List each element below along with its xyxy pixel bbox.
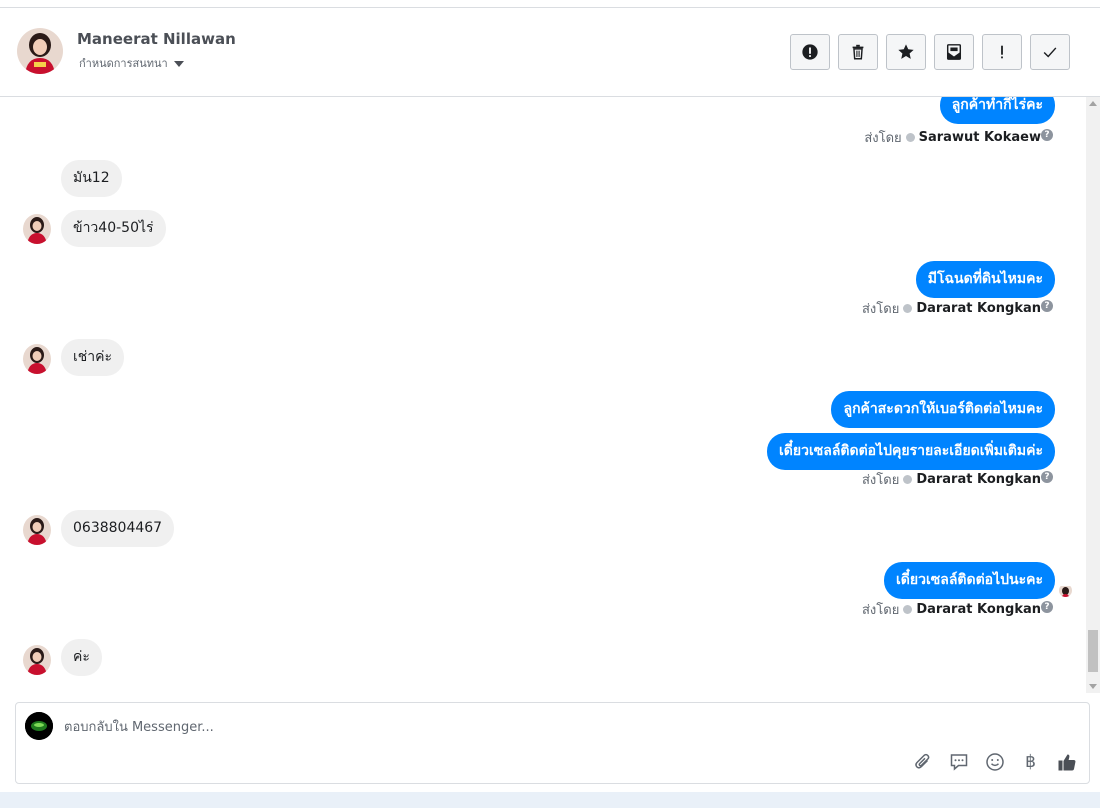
help-icon[interactable]: ? <box>1041 471 1053 483</box>
delete-button[interactable] <box>838 34 878 70</box>
like-button[interactable] <box>1056 751 1077 772</box>
verified-icon <box>903 475 913 484</box>
scroll-up-arrow-icon[interactable] <box>1089 101 1097 106</box>
baht-icon: ฿ <box>1025 751 1036 772</box>
avatar <box>23 645 51 675</box>
verified-icon <box>903 605 913 614</box>
mark-unread-button[interactable] <box>934 34 974 70</box>
incoming-message[interactable]: เช่าค่ะ <box>61 339 125 376</box>
alert-circle-icon <box>802 44 818 60</box>
seen-avatar <box>1059 584 1072 597</box>
sender-name: Sarawut Kokaew <box>918 130 1041 145</box>
verified-icon <box>903 304 913 313</box>
incoming-message[interactable]: 0638804467 <box>61 510 175 547</box>
contact-name[interactable]: Maneerat Nillawan <box>77 30 236 48</box>
verified-icon <box>905 133 915 142</box>
outgoing-message[interactable]: เดี๋ยวเซลล์ติดต่อไปนะคะ <box>884 562 1055 599</box>
conversation-settings-dropdown[interactable]: กำหนดการสนทนา <box>79 54 184 72</box>
scroll-down-arrow-icon[interactable] <box>1089 684 1097 689</box>
sent-by-label: ส่งโดย Dararat Kongkan <box>862 298 1041 319</box>
thread-scrollbar[interactable] <box>1086 97 1100 693</box>
sent-by-prefix: ส่งโดย <box>861 302 900 317</box>
avatar <box>23 515 51 545</box>
incoming-message[interactable]: ข้าว40-50ไร่ <box>61 210 166 247</box>
sender-name: Dararat Kongkan <box>916 602 1041 617</box>
reply-composer: ฿ <box>15 702 1090 784</box>
top-bar <box>0 0 1100 8</box>
checkmark-icon <box>1043 47 1057 58</box>
mark-spam-button[interactable] <box>790 34 830 70</box>
saved-replies-button[interactable] <box>948 751 969 772</box>
thumbs-up-icon <box>1058 753 1075 770</box>
paperclip-icon <box>914 753 929 769</box>
conversation-header: Maneerat Nillawan กำหนดการสนทนา <box>0 8 1100 97</box>
mark-done-button[interactable] <box>1030 34 1070 70</box>
star-icon <box>898 44 914 59</box>
sender-name: Dararat Kongkan <box>916 472 1041 487</box>
conversation-settings-label: กำหนดการสนทนา <box>79 57 168 70</box>
outgoing-message[interactable]: มีโฉนดที่ดินไหมคะ <box>915 261 1055 298</box>
composer-tools: ฿ <box>912 751 1077 772</box>
mark-unread-icon <box>946 44 962 60</box>
help-icon[interactable]: ? <box>1041 300 1053 312</box>
caret-down-icon <box>173 61 184 67</box>
payment-button[interactable]: ฿ <box>1020 751 1041 772</box>
important-button[interactable] <box>982 34 1022 70</box>
conversation-panel: Maneerat Nillawan กำหนดการสนทนา ลูกค้าทำ… <box>0 8 1100 792</box>
header-actions <box>790 34 1070 70</box>
sent-by-label: ส่งโดย Sarawut Kokaew <box>864 127 1041 148</box>
avatar <box>23 344 51 374</box>
emoji-button[interactable] <box>984 751 1005 772</box>
outgoing-message[interactable]: เดี๋ยวเซลล์ติดต่อไปคุยรายละเอียดเพิ่มเติ… <box>767 433 1055 470</box>
sent-by-prefix: ส่งโดย <box>864 131 902 146</box>
avatar[interactable] <box>17 28 63 74</box>
star-button[interactable] <box>886 34 926 70</box>
emoji-icon <box>985 752 1004 771</box>
saved-replies-icon <box>950 753 967 771</box>
help-icon[interactable]: ? <box>1041 129 1053 141</box>
exclamation-icon <box>1001 45 1003 59</box>
incoming-message[interactable]: มัน12 <box>61 160 122 197</box>
trash-icon <box>852 44 864 60</box>
page-avatar <box>25 712 53 740</box>
incoming-message[interactable]: ค่ะ <box>61 639 102 676</box>
avatar <box>23 214 51 244</box>
scroll-thumb[interactable] <box>1088 630 1098 672</box>
sent-by-prefix: ส่งโดย <box>861 603 900 618</box>
help-icon[interactable]: ? <box>1041 601 1053 613</box>
outgoing-message[interactable]: ลูกค้าสะดวกให้เบอร์ติดต่อไหมคะ <box>831 391 1055 428</box>
sent-by-prefix: ส่งโดย <box>861 473 900 488</box>
reply-input[interactable] <box>64 717 764 737</box>
outgoing-message[interactable]: ลูกค้าทำกี่ไร่คะ <box>939 97 1055 124</box>
sender-name: Dararat Kongkan <box>916 301 1041 316</box>
sent-by-label: ส่งโดย Dararat Kongkan <box>862 599 1041 620</box>
message-thread[interactable]: ลูกค้าทำกี่ไร่คะ ส่งโดย Sarawut Kokaew ? … <box>0 97 1086 693</box>
sent-by-label: ส่งโดย Dararat Kongkan <box>862 469 1041 490</box>
attach-button[interactable] <box>912 751 933 772</box>
